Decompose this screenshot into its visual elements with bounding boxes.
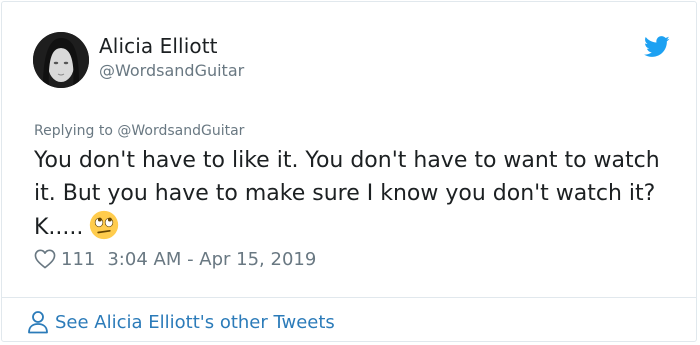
other-tweets-label[interactable]: See Alicia Elliott's other Tweets [55,312,335,333]
replying-to[interactable]: Replying to @WordsandGuitar [34,123,244,139]
tweet-body: You don't have to like it. You don't hav… [34,144,664,244]
person-icon [28,311,48,334]
eye-roll-emoji-icon [90,210,119,240]
other-tweets-link[interactable]: See Alicia Elliott's other Tweets [27,309,335,335]
tweet-meta: 111 3:04 AM - Apr 15, 2019 [34,247,316,271]
author-handle[interactable]: @WordsandGuitar [99,61,244,80]
heart-icon[interactable] [34,249,56,269]
tweet-card: Alicia Elliott @WordsandGuitar Replying … [1,1,697,342]
avatar-image [33,32,89,88]
tweet-text: You don't have to like it. You don't hav… [34,148,660,240]
like-count[interactable]: 111 [61,249,95,270]
author-name[interactable]: Alicia Elliott [99,34,218,58]
tweet-timestamp[interactable]: 3:04 AM - Apr 15, 2019 [107,249,316,270]
twitter-bird-icon[interactable] [644,36,670,58]
avatar[interactable] [33,32,89,88]
divider [2,297,696,298]
